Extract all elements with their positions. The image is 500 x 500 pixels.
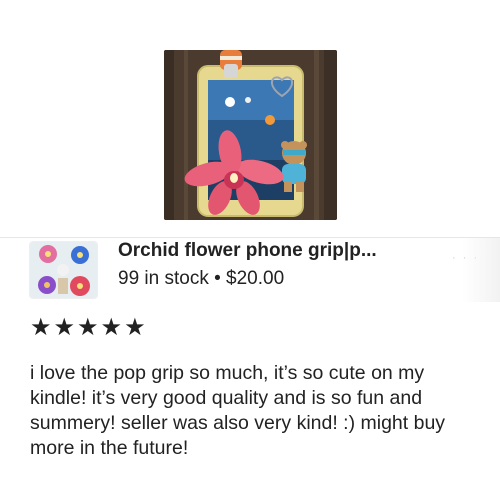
star-rating: ★ ★ ★ ★ ★ [30,316,146,340]
review-text: i love the pop grip so much, it’s so cut… [30,362,446,459]
orchid-grip-kindle-image [164,50,337,220]
review-photo[interactable] [164,50,337,220]
faded-edge-panel [462,238,500,302]
star-icon: ★ [53,314,76,341]
listing-thumbnail[interactable] [29,241,98,299]
listing-stock-price: 99 in stock • $20.00 [118,268,285,289]
star-icon: ★ [77,314,99,341]
listing-row[interactable]: Orchid flower phone grip|p... 99 in stoc… [24,238,500,302]
listing-title[interactable]: Orchid flower phone grip|p... [118,240,438,262]
star-icon: ★ [124,314,146,341]
star-icon: ★ [30,314,52,341]
star-icon: ★ [100,314,123,341]
flower-grips-thumbnail-image [30,242,97,298]
